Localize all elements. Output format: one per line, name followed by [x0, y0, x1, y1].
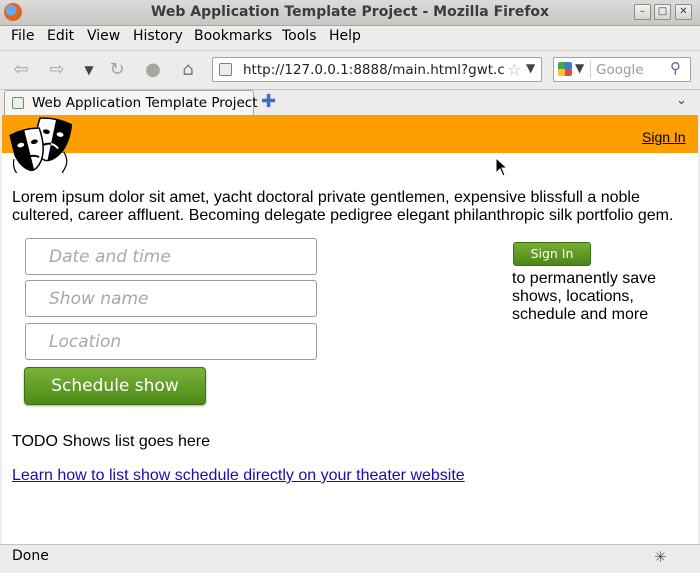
minimize-button[interactable]: –: [634, 4, 651, 20]
show-name-input[interactable]: Show name: [25, 280, 317, 317]
addon-bar-icon[interactable]: ✳: [654, 548, 667, 566]
tab-web-application-template[interactable]: Web Application Template Project: [4, 90, 258, 115]
intro-paragraph: Lorem ipsum dolor sit amet, yacht doctor…: [12, 189, 674, 224]
back-icon[interactable]: ⇦: [10, 59, 32, 81]
site-identity-icon[interactable]: [219, 63, 232, 76]
tab-label: Web Application Template Project: [32, 95, 258, 111]
sign-in-description: to permanently save shows, locations, sc…: [512, 270, 657, 323]
forward-icon[interactable]: ⇨: [46, 59, 68, 81]
menu-view[interactable]: View: [87, 28, 120, 44]
menu-file[interactable]: File: [11, 28, 34, 44]
menu-bar: File Edit View History Bookmarks Tools H…: [0, 25, 700, 48]
url-text[interactable]: http://127.0.0.1:8888/main.html?gwt.code…: [243, 62, 505, 78]
reload-icon[interactable]: ↻: [106, 59, 128, 81]
search-box[interactable]: ▼ Google ⚲: [553, 57, 691, 82]
tab-strip: Web Application Template Project ✚ ⌄: [0, 89, 700, 115]
header-bar: Sign In: [2, 115, 698, 153]
menu-bookmarks[interactable]: Bookmarks: [194, 28, 272, 44]
window-titlebar: Web Application Template Project - Mozil…: [0, 0, 700, 26]
date-time-input[interactable]: Date and time: [25, 238, 317, 275]
status-bar: Done ✳: [0, 544, 700, 573]
window-title: Web Application Template Project - Mozil…: [150, 4, 550, 20]
menu-edit[interactable]: Edit: [47, 28, 74, 44]
status-text: Done: [12, 548, 49, 564]
bookmark-star-icon[interactable]: ☆: [507, 60, 521, 79]
home-icon[interactable]: ⌂: [177, 59, 199, 81]
schedule-show-button[interactable]: Schedule show: [24, 367, 206, 405]
close-button[interactable]: ✕: [675, 4, 692, 20]
menu-history[interactable]: History: [133, 28, 183, 44]
page-content: Sign In Lorem ipsum dolor sit amet, yach…: [2, 115, 698, 544]
new-tab-icon[interactable]: ✚: [261, 91, 276, 112]
search-separator: [590, 61, 591, 78]
side-sign-in-button[interactable]: Sign In: [513, 242, 591, 266]
shows-list-placeholder: TODO Shows list goes here: [12, 433, 211, 450]
url-dropdown-icon[interactable]: ▼: [526, 61, 535, 75]
maximize-button[interactable]: □: [654, 4, 671, 20]
location-input[interactable]: Location: [25, 323, 317, 360]
menu-tools[interactable]: Tools: [282, 28, 317, 44]
search-engine-icon[interactable]: [558, 62, 572, 76]
learn-more-link[interactable]: Learn how to list show schedule directly…: [12, 467, 465, 485]
theater-masks-icon: [9, 117, 73, 173]
search-input[interactable]: Google: [596, 62, 644, 78]
menu-help[interactable]: Help: [329, 28, 361, 44]
mouse-cursor-icon: [495, 157, 509, 177]
search-engine-dropdown-icon[interactable]: ▼: [575, 61, 584, 75]
history-dropdown-icon[interactable]: ▼: [78, 59, 100, 81]
tab-favicon-icon: [12, 97, 24, 109]
url-bar[interactable]: http://127.0.0.1:8888/main.html?gwt.code…: [212, 57, 542, 82]
stop-icon[interactable]: ●: [142, 59, 164, 81]
navigation-toolbar: ⇦ ⇨ ▼ ↻ ● ⌂ http://127.0.0.1:8888/main.h…: [0, 50, 700, 90]
header-sign-in-link[interactable]: Sign In: [642, 129, 686, 145]
tab-list-chevron-icon[interactable]: ⌄: [676, 93, 687, 108]
search-go-icon[interactable]: ⚲: [670, 59, 681, 77]
